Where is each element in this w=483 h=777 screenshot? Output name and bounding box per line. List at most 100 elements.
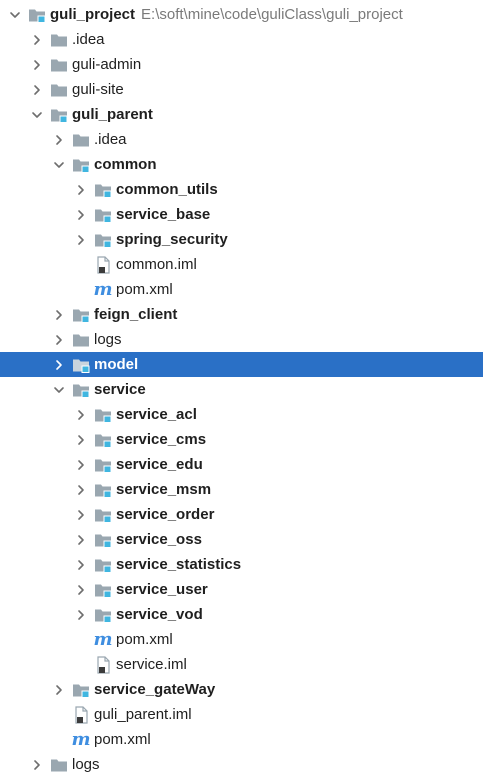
project-tree: guli_project E:\soft\mine\code\guliClass\…	[0, 0, 483, 775]
tree-item-label: service.iml	[116, 656, 187, 673]
chevron-down-icon[interactable]	[52, 158, 66, 172]
module-folder-icon	[72, 681, 90, 699]
chevron-right-icon[interactable]	[52, 333, 66, 347]
chevron-right-icon[interactable]	[30, 758, 44, 772]
chevron-right-icon[interactable]	[30, 58, 44, 72]
tree-row[interactable]: common	[0, 152, 483, 177]
chevron-right-icon[interactable]	[74, 533, 88, 547]
tree-item-label: guli-admin	[72, 56, 142, 73]
module-folder-icon	[94, 531, 112, 549]
tree-item-label: service	[94, 381, 146, 398]
folder-icon	[72, 331, 90, 349]
tree-row[interactable]: logs	[0, 752, 483, 777]
chevron-right-icon[interactable]	[74, 558, 88, 572]
tree-row[interactable]: guli_parent.iml	[0, 702, 483, 727]
tree-row[interactable]: feign_client	[0, 302, 483, 327]
tree-item-label: service_edu	[116, 456, 203, 473]
chevron-right-icon[interactable]	[74, 233, 88, 247]
tree-item-label: common	[94, 156, 157, 173]
chevron-right-icon[interactable]	[74, 483, 88, 497]
tree-item-label: service_order	[116, 506, 215, 523]
tree-row[interactable]: service_cms	[0, 427, 483, 452]
chevron-right-icon[interactable]	[74, 508, 88, 522]
module-folder-icon	[94, 406, 112, 424]
module-folder-icon	[72, 356, 90, 374]
tree-row[interactable]: service_gateWay	[0, 677, 483, 702]
tree-item-label: service_user	[116, 581, 208, 598]
tree-row[interactable]: service	[0, 377, 483, 402]
tree-item-label: service_acl	[116, 406, 197, 423]
chevron-right-icon[interactable]	[74, 608, 88, 622]
tree-item-label: guli_project	[50, 6, 136, 23]
module-folder-icon	[72, 156, 90, 174]
chevron-right-icon[interactable]	[30, 83, 44, 97]
module-folder-icon	[94, 181, 112, 199]
chevron-right-icon[interactable]	[52, 133, 66, 147]
tree-row[interactable]: common.iml	[0, 252, 483, 277]
module-folder-icon	[94, 431, 112, 449]
tree-row[interactable]: model	[0, 352, 483, 377]
tree-item-label: service_oss	[116, 531, 202, 548]
tree-row[interactable]: service_statistics	[0, 552, 483, 577]
tree-item-label: .idea	[72, 31, 105, 48]
chevron-down-icon[interactable]	[30, 108, 44, 122]
tree-item-label: service_gateWay	[94, 681, 216, 698]
tree-row[interactable]: service.iml	[0, 652, 483, 677]
tree-row[interactable]: guli-admin	[0, 52, 483, 77]
tree-row[interactable]: service_user	[0, 577, 483, 602]
module-folder-icon	[94, 481, 112, 499]
tree-item-label: common.iml	[116, 256, 197, 273]
chevron-right-icon[interactable]	[52, 308, 66, 322]
tree-row[interactable]: .idea	[0, 27, 483, 52]
tree-item-label: pom.xml	[116, 631, 173, 648]
chevron-right-icon[interactable]	[52, 683, 66, 697]
chevron-right-icon[interactable]	[74, 208, 88, 222]
chevron-down-icon[interactable]	[8, 8, 22, 22]
tree-row[interactable]: m pom.xml	[0, 277, 483, 302]
chevron-right-icon[interactable]	[30, 33, 44, 47]
tree-row[interactable]: common_utils	[0, 177, 483, 202]
tree-item-label: guli_parent.iml	[94, 706, 192, 723]
project-path: E:\soft\mine\code\guliClass\guli_project	[141, 6, 403, 23]
tree-item-label: model	[94, 356, 139, 373]
module-folder-icon	[94, 506, 112, 524]
chevron-right-icon[interactable]	[74, 583, 88, 597]
tree-row[interactable]: service_edu	[0, 452, 483, 477]
tree-item-label: service_base	[116, 206, 211, 223]
module-folder-icon	[72, 306, 90, 324]
tree-row[interactable]: service_msm	[0, 477, 483, 502]
chevron-right-icon[interactable]	[74, 433, 88, 447]
tree-row[interactable]: .idea	[0, 127, 483, 152]
tree-item-label: pom.xml	[116, 281, 173, 298]
tree-item-label: guli-site	[72, 81, 124, 98]
tree-item-label: guli_parent	[72, 106, 153, 123]
folder-icon	[50, 31, 68, 49]
tree-row[interactable]: service_order	[0, 502, 483, 527]
tree-item-label: logs	[94, 331, 122, 348]
chevron-right-icon[interactable]	[74, 458, 88, 472]
tree-row[interactable]: guli_parent	[0, 102, 483, 127]
tree-row[interactable]: service_oss	[0, 527, 483, 552]
maven-icon: m	[71, 728, 91, 750]
tree-row[interactable]: m pom.xml	[0, 727, 483, 752]
module-folder-icon	[94, 206, 112, 224]
tree-row[interactable]: logs	[0, 327, 483, 352]
tree-row[interactable]: guli-site	[0, 77, 483, 102]
tree-row[interactable]: spring_security	[0, 227, 483, 252]
iml-file-icon	[94, 255, 112, 274]
chevron-right-icon[interactable]	[74, 183, 88, 197]
tree-row[interactable]: m pom.xml	[0, 627, 483, 652]
module-folder-icon	[94, 231, 112, 249]
chevron-right-icon[interactable]	[74, 408, 88, 422]
tree-row[interactable]: guli_project E:\soft\mine\code\guliClass\…	[0, 2, 483, 27]
folder-icon	[72, 131, 90, 149]
module-folder-icon	[28, 6, 46, 24]
tree-item-label: service_msm	[116, 481, 212, 498]
tree-row[interactable]: service_acl	[0, 402, 483, 427]
chevron-down-icon[interactable]	[52, 383, 66, 397]
chevron-right-icon[interactable]	[52, 358, 66, 372]
module-folder-icon	[94, 556, 112, 574]
tree-row[interactable]: service_base	[0, 202, 483, 227]
tree-row[interactable]: service_vod	[0, 602, 483, 627]
maven-icon: m	[93, 278, 113, 300]
